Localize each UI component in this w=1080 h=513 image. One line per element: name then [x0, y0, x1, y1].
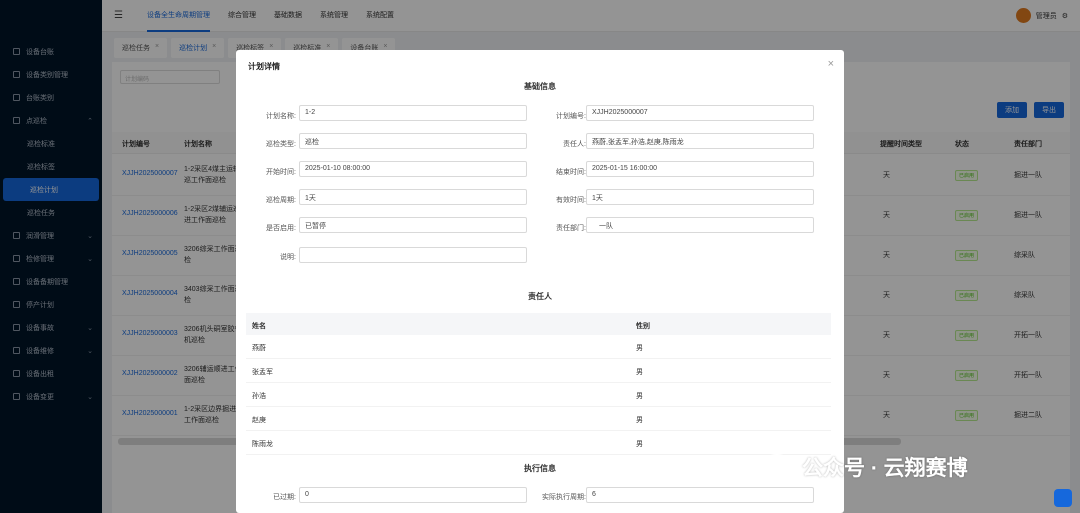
plan-detail-modal: 计划详情 × 基础信息 计划名称: 1-2 计划编号: XJJH20250000…: [236, 50, 844, 513]
watermark: 公众号 · 云翔赛博: [760, 452, 968, 482]
person-name: 燕蔚: [252, 345, 266, 352]
dept-label: 责任部门:: [556, 225, 586, 232]
cycle-field[interactable]: 1天: [299, 189, 527, 205]
person-gender: 男: [636, 345, 643, 352]
chat-float-icon[interactable]: [1054, 489, 1072, 507]
valid-time-field[interactable]: 1天: [586, 189, 814, 205]
person-gender: 男: [636, 369, 643, 376]
people-row: 赵庚 男: [246, 407, 831, 431]
desc-field[interactable]: [299, 247, 527, 263]
actual-cycle-label: 实际执行周期:: [542, 494, 586, 501]
watermark-text: 公众号 · 云翔赛博: [802, 457, 968, 480]
person-gender: 男: [636, 417, 643, 424]
person-gender: 男: [636, 441, 643, 448]
dept-field[interactable]: 一队: [586, 217, 814, 233]
wechat-icon: [760, 454, 794, 480]
type-label: 巡检类型:: [266, 141, 296, 148]
person-gender: 男: [636, 393, 643, 400]
plan-code-label: 计划编号:: [556, 113, 586, 120]
desc-label: 说明:: [280, 254, 296, 261]
col-name: 姓名: [252, 323, 266, 330]
person-name: 陈雨龙: [252, 441, 273, 448]
section-exec: 执行信息: [524, 464, 556, 473]
actual-cycle-field[interactable]: 6: [586, 487, 814, 503]
modal-title: 计划详情: [248, 62, 280, 71]
end-label: 结束时间:: [556, 169, 586, 176]
valid-label: 有效时间:: [556, 197, 586, 204]
overdue-field[interactable]: 0: [299, 487, 527, 503]
overdue-label: 已过期:: [273, 494, 296, 501]
type-field[interactable]: 巡检: [299, 133, 527, 149]
cycle-label: 巡检周期:: [266, 197, 296, 204]
start-time-field[interactable]: 2025-01-10 08:00:00: [299, 161, 527, 177]
owner-field[interactable]: 燕蔚,张孟军,孙浩,赵庚,陈雨龙: [586, 133, 814, 149]
person-name: 孙浩: [252, 393, 266, 400]
enabled-field[interactable]: 已暂停: [299, 217, 527, 233]
person-name: 赵庚: [252, 417, 266, 424]
section-basic-info: 基础信息: [524, 82, 556, 91]
col-gender: 性别: [636, 323, 650, 330]
close-icon[interactable]: ×: [828, 58, 834, 70]
enabled-label: 是否启用:: [266, 225, 296, 232]
people-table-header: 姓名 性别: [246, 313, 831, 335]
app-root: 设备台账 设备类别管理 台账类别 点巡检 ⌃ 巡检标准 巡检标签 巡检计划 巡检任务 润滑管理 ⌄ 检…: [0, 0, 1080, 513]
owner-label: 责任人:: [563, 141, 586, 148]
people-row: 燕蔚 男: [246, 335, 831, 359]
person-name: 张孟军: [252, 369, 273, 376]
people-row: 孙浩 男: [246, 383, 831, 407]
plan-code-field[interactable]: XJJH2025000007: [586, 105, 814, 121]
plan-name-field[interactable]: 1-2: [299, 105, 527, 121]
people-row: 张孟军 男: [246, 359, 831, 383]
plan-name-label: 计划名称:: [266, 113, 296, 120]
people-row: 陈雨龙 男: [246, 431, 831, 455]
start-label: 开始时间:: [266, 169, 296, 176]
end-time-field[interactable]: 2025-01-15 16:00:00: [586, 161, 814, 177]
section-people: 责任人: [528, 292, 552, 301]
